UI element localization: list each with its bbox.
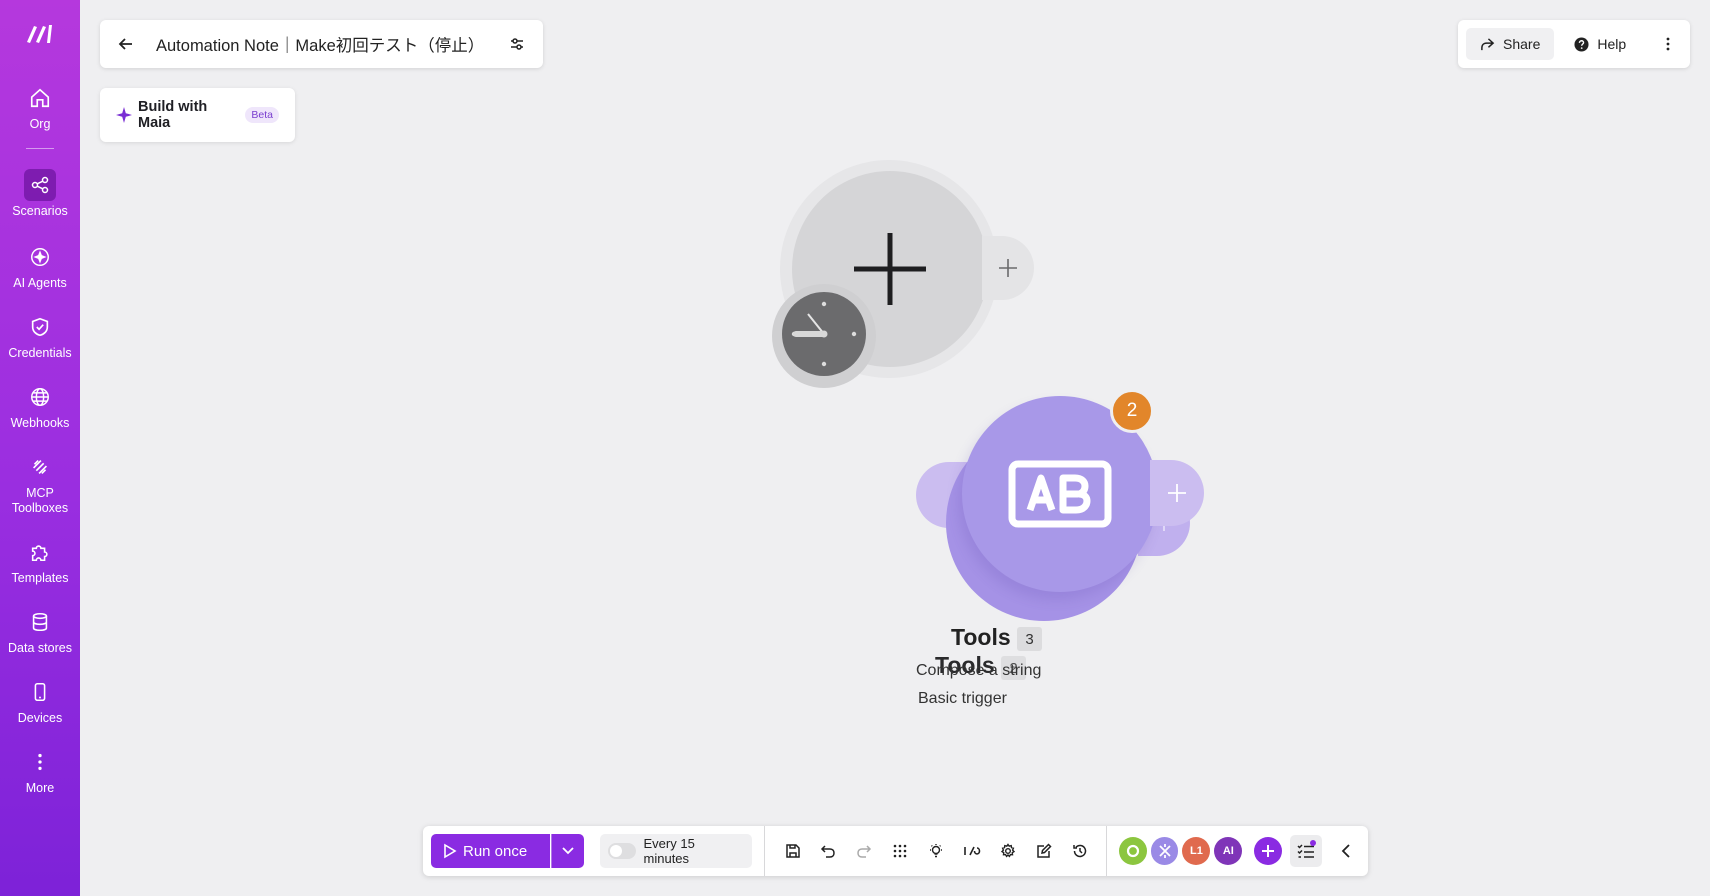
toolbox-icon: [24, 451, 56, 483]
schedule-label: Every 15 minutes: [643, 836, 695, 866]
plus-icon: [999, 259, 1017, 277]
sidebar-item-label: Data stores: [8, 641, 72, 655]
run-options-dropdown[interactable]: [550, 834, 584, 868]
puzzle-icon: [24, 536, 56, 568]
help-label: Help: [1597, 36, 1627, 52]
sidebar-item-devices[interactable]: Devices: [0, 676, 80, 726]
maia-label: Build with Maia: [138, 99, 208, 131]
sidebar-divider: [26, 148, 54, 149]
sidebar-item-webhooks[interactable]: Webhooks: [0, 381, 80, 431]
notification-dot: [1310, 840, 1317, 846]
sidebar-item-org[interactable]: Org: [0, 82, 80, 132]
share-label: Share: [1503, 36, 1541, 52]
scenario-canvas[interactable]: 2 Tools 3 Tools 2 Compose a string Basic…: [80, 0, 1710, 896]
notes-edit-icon[interactable]: [1026, 834, 1062, 868]
text-ab-icon: [1008, 460, 1112, 528]
ai-agent-icon: [24, 241, 56, 273]
share-nodes-icon: [24, 169, 56, 201]
add-module-handle[interactable]: [982, 236, 1034, 300]
app-icon-google-sheets[interactable]: [1118, 837, 1147, 865]
undo-icon[interactable]: [811, 834, 847, 868]
add-app-button[interactable]: [1254, 837, 1283, 865]
sparkle-icon: [116, 107, 132, 123]
sidebar-item-label: More: [25, 781, 55, 795]
module-number: 3: [1017, 627, 1042, 651]
scenario-title-bar: Automation Note｜Make初回テスト（停止）: [100, 20, 543, 68]
module-action: Compose a string: [916, 662, 1042, 679]
sidebar-item-credentials[interactable]: Credentials: [0, 311, 80, 361]
help-icon: [1574, 36, 1589, 52]
share-button[interactable]: Share: [1466, 28, 1555, 60]
sidebar: Org Scenarios AI Agents Credentials Webh…: [0, 0, 80, 896]
sidebar-item-more[interactable]: More: [0, 746, 80, 796]
sidebar-item-label: Credentials: [8, 346, 72, 360]
operations-count-badge[interactable]: 2: [1110, 389, 1154, 433]
sidebar-item-mcp-toolboxes[interactable]: MCP Toolboxes: [0, 451, 80, 516]
sidebar-item-label: AI Agents: [13, 276, 67, 290]
schedule-toggle[interactable]: Every 15 minutes: [599, 834, 752, 868]
chevron-down-icon: [562, 847, 574, 855]
plus-icon: [1262, 845, 1275, 857]
back-arrow-icon[interactable]: [114, 32, 138, 56]
help-button[interactable]: Help: [1562, 28, 1638, 60]
redo-icon[interactable]: [846, 834, 882, 868]
sliders-icon[interactable]: [505, 32, 529, 56]
make-logo[interactable]: [23, 20, 57, 46]
auto-align-grid-icon[interactable]: [882, 834, 918, 868]
sidebar-item-scenarios[interactable]: Scenarios: [0, 169, 80, 219]
toolbar-divider: [1105, 826, 1107, 876]
run-once-label: Run once: [463, 842, 528, 860]
checklist-button[interactable]: [1290, 835, 1323, 867]
chevron-left-icon[interactable]: [1332, 835, 1360, 867]
plus-icon: [1168, 484, 1186, 502]
sidebar-item-ai-agents[interactable]: AI Agents: [0, 241, 80, 291]
toolbar-divider: [763, 826, 765, 876]
settings-gear-icon[interactable]: [990, 834, 1026, 868]
history-icon[interactable]: [1062, 834, 1098, 868]
sidebar-item-templates[interactable]: Templates: [0, 536, 80, 586]
sidebar-item-label: Devices: [17, 711, 63, 725]
sidebar-item-label: Templates: [11, 571, 69, 585]
shield-check-icon: [24, 311, 56, 343]
module-handle-right[interactable]: [1150, 460, 1204, 526]
io-mapping-icon[interactable]: [954, 834, 990, 868]
clock-icon[interactable]: [782, 292, 866, 376]
lightbulb-icon[interactable]: [918, 834, 954, 868]
more-options-icon[interactable]: [1654, 28, 1682, 60]
sidebar-item-label: Scenarios: [12, 204, 68, 218]
save-icon[interactable]: [775, 834, 811, 868]
top-right-actions: Share Help: [1458, 20, 1690, 68]
play-icon: [444, 843, 457, 859]
app-icon-l1[interactable]: L1: [1182, 837, 1211, 865]
sidebar-item-label: Webhooks: [10, 416, 70, 430]
sidebar-item-label: MCP Toolboxes: [11, 486, 69, 515]
beta-badge: Beta: [245, 107, 279, 123]
globe-icon: [24, 381, 56, 413]
scenario-title[interactable]: Automation Note｜Make初回テスト（停止）: [156, 32, 505, 56]
sidebar-item-data-stores[interactable]: Data stores: [0, 606, 80, 656]
build-with-maia-button[interactable]: Build with Maia Beta: [100, 88, 295, 142]
share-icon: [1481, 37, 1495, 50]
schedule-switch[interactable]: [607, 843, 636, 859]
mobile-icon: [24, 676, 56, 708]
app-icon-ai[interactable]: AI: [1214, 837, 1243, 865]
database-icon: [24, 606, 56, 638]
app-icon-tools[interactable]: [1150, 837, 1179, 865]
scenario-toolbar: Run once Every 15 minutes L1 AI: [423, 826, 1368, 876]
module-app-name: Tools: [951, 624, 1011, 650]
home-icon: [24, 82, 56, 114]
module-action: Basic trigger: [918, 690, 1007, 707]
run-once-button[interactable]: Run once: [431, 834, 550, 868]
sidebar-item-label: Org: [29, 117, 51, 131]
more-vertical-icon: [24, 746, 56, 778]
